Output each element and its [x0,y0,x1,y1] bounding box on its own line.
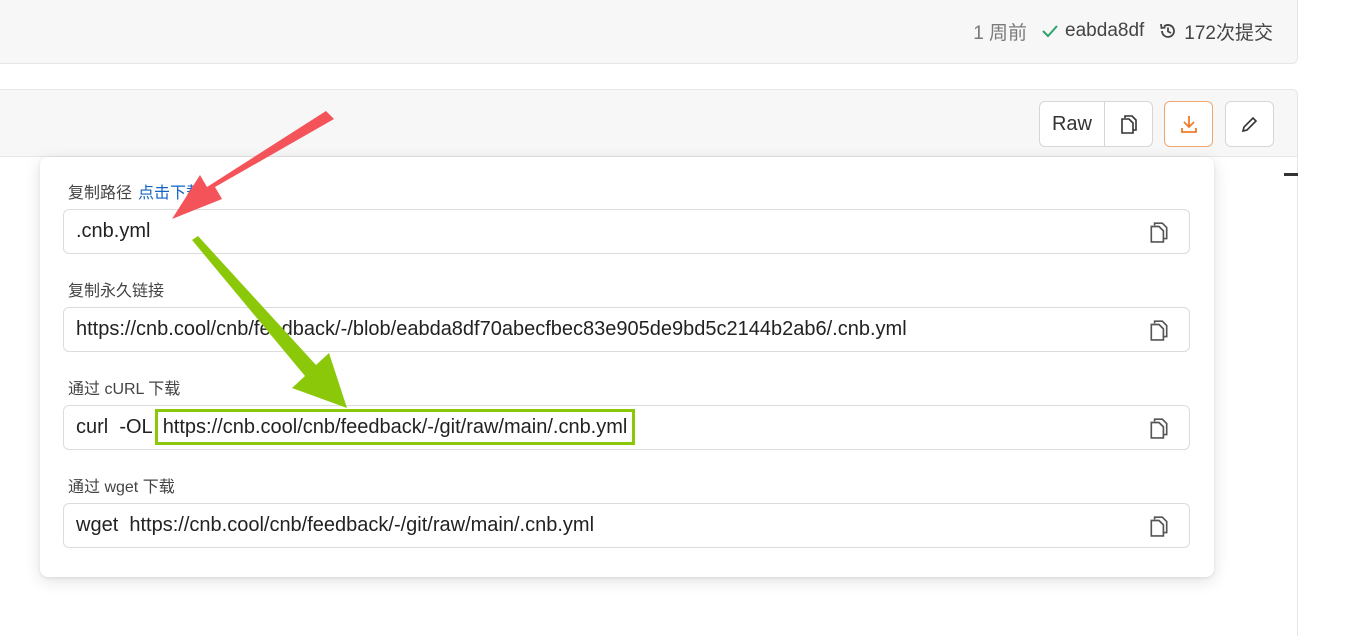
commit-meta: 1 周前 eabda8df 172次提交 [973,18,1273,44]
copy-path-label: 复制路径 点击下载 [68,179,202,203]
copy-path-label-text: 复制路径 [68,185,133,202]
wget-label: 通过 wget 下载 [68,479,175,496]
click-download-link[interactable]: 点击下载 [138,185,202,202]
download-button[interactable] [1164,101,1213,147]
curl-label: 通过 cURL 下载 [68,381,181,398]
content-dash-mark [1284,173,1298,176]
copy-file-button[interactable] [1105,102,1152,146]
download-icon [1179,114,1199,134]
wget-field[interactable]: wget https://cnb.cool/cnb/feedback/-/git… [63,503,1190,548]
path-value: .cnb.yml [76,220,151,242]
path-field[interactable]: .cnb.yml [63,209,1190,254]
commit-count-link[interactable]: 172次提交 [1184,18,1273,45]
edit-button[interactable] [1225,101,1274,147]
raw-button[interactable]: Raw [1040,102,1105,146]
curl-field[interactable]: curl -OL https://cnb.cool/cnb/feedback/-/… [63,405,1190,450]
copy-icon[interactable] [1149,515,1169,537]
file-header-bar: Raw [0,89,1298,157]
copy-icon[interactable] [1149,319,1169,341]
download-options-panel: 复制路径 点击下载 .cnb.yml 复制永久链接 https://cnb.coo… [40,157,1214,577]
permalink-value: https://cnb.cool/cnb/feedback/-/blob/eab… [76,318,907,340]
wget-value: wget https://cnb.cool/cnb/feedback/-/git… [76,514,595,536]
curl-url-highlight: https://cnb.cool/cnb/feedback/-/git/raw/… [154,409,636,445]
history-icon [1158,21,1178,41]
copy-icon[interactable] [1149,417,1169,439]
curl-value: curl -OL https://cnb.cool/cnb/feedback/-/… [76,406,636,449]
check-icon [1041,23,1059,39]
commit-info-bar: 1 周前 eabda8df 172次提交 [0,0,1298,64]
raw-copy-button-group: Raw [1039,101,1153,147]
permalink-field[interactable]: https://cnb.cool/cnb/feedback/-/blob/eab… [63,307,1190,352]
curl-command: curl -OL [76,416,153,438]
pencil-icon [1240,114,1260,134]
commit-time: 1 周前 [973,22,1028,44]
permalink-label: 复制永久链接 [68,283,165,300]
copy-icon [1120,114,1138,134]
copy-icon[interactable] [1149,221,1169,243]
commit-hash-link[interactable]: eabda8df [1065,20,1144,42]
